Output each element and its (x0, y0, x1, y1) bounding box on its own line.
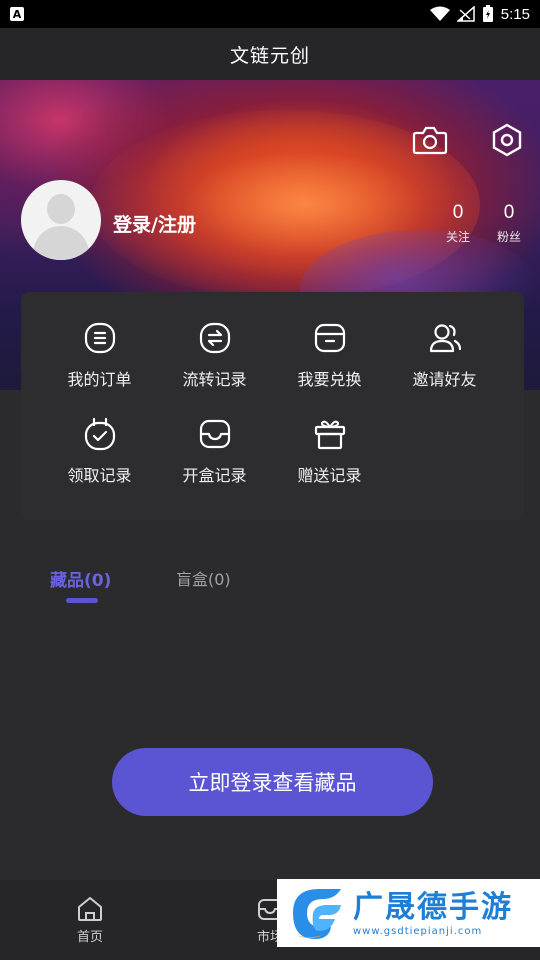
menu-item-open-box-records[interactable]: 开盒记录 (157, 416, 272, 496)
fans-count: 0 (503, 202, 515, 223)
app-notification-icon: A (10, 7, 24, 21)
watermark-texts: 广晟德手游 www.gsdtiepianji.com (353, 890, 513, 937)
page-title: 文链元创 (229, 44, 310, 67)
signal-icon (456, 6, 475, 22)
app-root: A 5:15 文链元创 登录/注册 0 关注 0 粉丝 我的订单 流转记录 我要… (0, 0, 540, 960)
menu-label: 流转记录 (182, 370, 247, 389)
menu-item-transfer-records[interactable]: 流转记录 (157, 320, 272, 400)
following-count: 0 (452, 202, 464, 223)
transfer-icon (197, 320, 233, 356)
collection-panel: 藏品(0) 盲盒(0) (0, 550, 540, 880)
following-stat[interactable]: 0 关注 (438, 202, 478, 245)
camera-icon[interactable] (410, 120, 450, 160)
login-to-view-button[interactable]: 立即登录查看藏品 (112, 748, 433, 816)
title-bar: 文链元创 (0, 28, 540, 80)
login-register-link[interactable]: 登录/注册 (113, 210, 196, 237)
menu-label: 邀请好友 (412, 370, 477, 389)
battery-icon (482, 5, 493, 22)
tab-collectibles[interactable]: 藏品(0) (50, 566, 111, 591)
watermark-logo (283, 883, 347, 943)
menu-item-gift-records[interactable]: 赠送记录 (272, 416, 387, 496)
invite-icon (427, 320, 463, 356)
settings-icon[interactable] (487, 120, 527, 160)
watermark-title: 广晟德手游 (353, 889, 513, 925)
exchange-icon (312, 320, 348, 356)
active-tab-indicator (66, 598, 98, 603)
receive-icon (82, 416, 118, 452)
gift-icon (312, 416, 348, 452)
wifi-icon (429, 6, 450, 21)
following-label: 关注 (445, 230, 470, 244)
clock-time: 5:15 (500, 5, 530, 23)
avatar[interactable] (21, 180, 101, 260)
menu-label: 我的订单 (67, 370, 132, 389)
status-bar: A 5:15 (0, 0, 540, 28)
watermark-overlay: 广晟德手游 www.gsdtiepianji.com (277, 879, 540, 947)
menu-item-receive-records[interactable]: 领取记录 (42, 416, 157, 496)
menu-label: 赠送记录 (297, 466, 362, 485)
menu-label: 领取记录 (67, 466, 132, 485)
function-menu-card: 我的订单 流转记录 我要兑换 邀请好友 领取记录 开盒记录 赠送记录 (21, 292, 524, 520)
avatar-head (47, 194, 75, 224)
nav-label: 首页 (76, 930, 103, 945)
fans-label: 粉丝 (496, 230, 521, 244)
menu-item-redeem[interactable]: 我要兑换 (272, 320, 387, 400)
home-icon (78, 897, 102, 921)
menu-item-invite-friends[interactable]: 邀请好友 (387, 320, 502, 400)
tab-blind-boxes[interactable]: 盲盒(0) (176, 566, 231, 590)
nav-item-home[interactable]: 首页 (60, 896, 120, 945)
menu-label: 我要兑换 (297, 370, 362, 389)
fans-stat[interactable]: 0 粉丝 (489, 202, 529, 245)
menu-label: 开盒记录 (182, 466, 247, 485)
avatar-body (33, 226, 89, 260)
menu-item-my-orders[interactable]: 我的订单 (42, 320, 157, 400)
open-box-icon (197, 416, 233, 452)
order-icon (82, 320, 118, 356)
watermark-url: www.gsdtiepianji.com (353, 925, 483, 937)
